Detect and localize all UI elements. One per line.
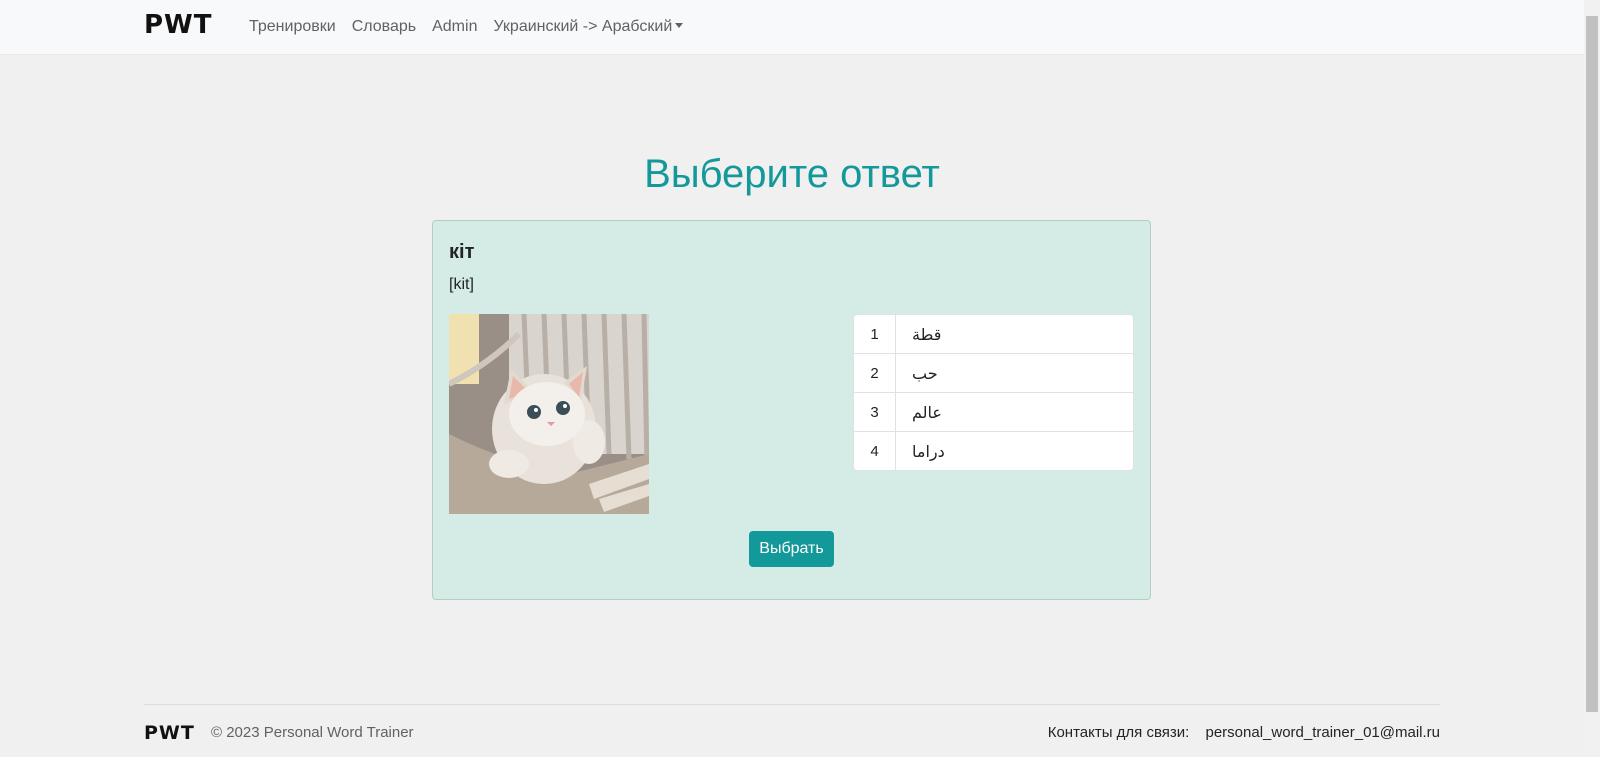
- language-pair-label: Украинский -> Арабский: [493, 18, 673, 35]
- option-text: دراما: [912, 441, 945, 461]
- footer-logo: PWT: [144, 722, 195, 744]
- question-card: кіт [kit] 1 قطة 2 حب 3 عالم 4 دراما Выбр…: [432, 220, 1151, 600]
- answer-option-1[interactable]: 1 قطة: [853, 314, 1134, 354]
- answer-option-4[interactable]: 4 دراما: [853, 431, 1134, 471]
- top-navbar: PWT Тренировки Словарь Admin Украинский …: [0, 0, 1584, 55]
- caret-down-icon: [675, 23, 684, 28]
- footer-divider: [144, 704, 1440, 705]
- nav-menu: Тренировки Словарь Admin Украинский -> А…: [249, 16, 691, 38]
- option-number: 2: [854, 354, 896, 392]
- option-text: قطة: [912, 324, 942, 344]
- contacts-label: Контакты для связи:: [1047, 724, 1190, 741]
- brand-logo[interactable]: PWT: [144, 10, 212, 40]
- vertical-scrollbar[interactable]: [1584, 0, 1600, 757]
- footer-contacts: Контакты для связи: personal_word_traine…: [1048, 724, 1440, 741]
- nav-admin[interactable]: Admin: [424, 16, 485, 38]
- option-text: حب: [912, 363, 938, 383]
- page-title: Выберите ответ: [644, 152, 940, 196]
- answer-option-3[interactable]: 3 عالم: [853, 392, 1134, 432]
- nav-dictionary[interactable]: Словарь: [344, 16, 424, 38]
- choose-button[interactable]: Выбрать: [749, 531, 834, 567]
- contact-email-link[interactable]: personal_word_trainer_01@mail.ru: [1205, 724, 1440, 741]
- option-number: 4: [854, 432, 896, 470]
- cat-photo-image: [449, 314, 649, 514]
- scrollbar-thumb[interactable]: [1586, 16, 1598, 712]
- option-number: 1: [854, 315, 896, 353]
- answer-options-list: 1 قطة 2 حب 3 عالم 4 دراما: [853, 314, 1134, 471]
- cat-photo-icon: [449, 314, 649, 514]
- word-transcription: [kit]: [449, 276, 474, 293]
- answer-option-2[interactable]: 2 حب: [853, 353, 1134, 393]
- language-pair-dropdown[interactable]: Украинский -> Арабский: [485, 16, 691, 38]
- footer-copyright: © 2023 Personal Word Trainer: [211, 724, 414, 741]
- nav-trainings[interactable]: Тренировки: [249, 16, 344, 38]
- question-word: кіт: [449, 241, 475, 263]
- option-number: 3: [854, 393, 896, 431]
- option-text: عالم: [912, 402, 942, 422]
